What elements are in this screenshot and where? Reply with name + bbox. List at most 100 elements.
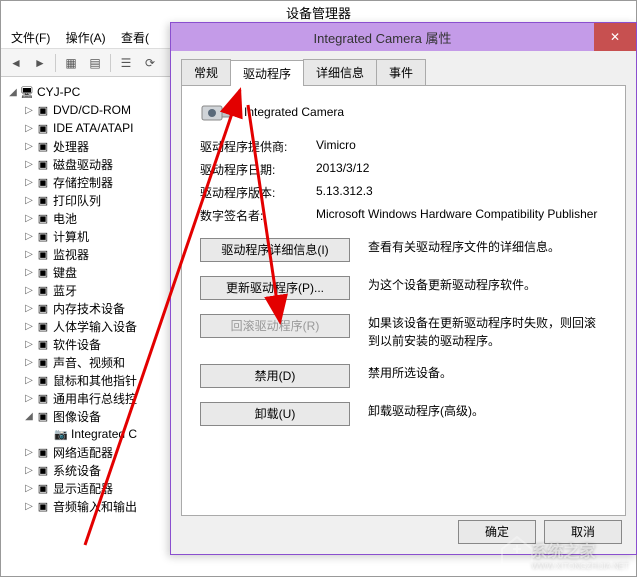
action-row-uninstall: 卸载(U) 卸载驱动程序(高级)。 xyxy=(200,402,607,426)
tree-item-label: Integrated C xyxy=(71,427,137,441)
properties-dialog: Integrated Camera 属性 ✕ 常规 驱动程序 详细信息 事件 I… xyxy=(170,22,637,555)
tree-item-label: IDE ATA/ATAPI xyxy=(53,121,133,135)
tree-item-label: 存储控制器 xyxy=(53,174,113,191)
device-icon: ▣ xyxy=(35,157,51,171)
action-row-update: 更新驱动程序(P)... 为这个设备更新驱动程序软件。 xyxy=(200,276,607,300)
device-icon: ▣ xyxy=(35,481,51,495)
update-driver-desc: 为这个设备更新驱动程序软件。 xyxy=(368,276,607,294)
expand-icon: ▷ xyxy=(23,213,35,224)
tree-item-label: 系统设备 xyxy=(53,462,101,479)
action-row-disable: 禁用(D) 禁用所选设备。 xyxy=(200,364,607,388)
expand-icon: ▷ xyxy=(23,231,35,242)
version-label: 驱动程序版本: xyxy=(200,184,316,201)
uninstall-button[interactable]: 卸载(U) xyxy=(200,402,350,426)
info-row-signer: 数字签名者: Microsoft Windows Hardware Compat… xyxy=(200,207,607,224)
tab-general[interactable]: 常规 xyxy=(181,59,231,85)
rollback-driver-button[interactable]: 回滚驱动程序(R) xyxy=(200,314,350,338)
device-icon: ▣ xyxy=(35,499,51,513)
device-icon: ▣ xyxy=(35,247,51,261)
tab-events[interactable]: 事件 xyxy=(376,59,426,85)
device-header: Integrated Camera xyxy=(200,100,607,124)
props-titlebar: Integrated Camera 属性 ✕ xyxy=(171,23,636,51)
expand-icon: ▷ xyxy=(23,249,35,260)
device-icon: ▣ xyxy=(35,103,51,117)
tree-item-label: 磁盘驱动器 xyxy=(53,156,113,173)
expand-icon: ▷ xyxy=(23,465,35,476)
camera-icon: 📷 xyxy=(53,427,69,441)
menu-file[interactable]: 文件(F) xyxy=(5,27,56,48)
toolbar-separator xyxy=(110,54,111,72)
device-icon: ▣ xyxy=(35,283,51,297)
expand-icon: ▷ xyxy=(23,285,35,296)
tree-item-label: 内存技术设备 xyxy=(53,300,125,317)
tree-item-label: 图像设备 xyxy=(53,408,101,425)
device-icon: ▣ xyxy=(35,445,51,459)
device-icon: ▣ xyxy=(35,463,51,477)
device-icon: ▣ xyxy=(35,373,51,387)
close-button[interactable]: ✕ xyxy=(594,23,636,51)
driver-details-button[interactable]: 驱动程序详细信息(I) xyxy=(200,238,350,262)
back-button[interactable]: ◄ xyxy=(5,52,27,74)
disable-button[interactable]: 禁用(D) xyxy=(200,364,350,388)
tb-icon[interactable]: ▤ xyxy=(84,52,106,74)
menu-view[interactable]: 查看( xyxy=(115,27,155,48)
tree-item-label: 电池 xyxy=(53,210,77,227)
update-driver-button[interactable]: 更新驱动程序(P)... xyxy=(200,276,350,300)
device-icon: ▣ xyxy=(35,175,51,189)
version-value: 5.13.312.3 xyxy=(316,184,607,201)
tab-strip: 常规 驱动程序 详细信息 事件 xyxy=(181,59,626,86)
device-icon: ▣ xyxy=(35,139,51,153)
rollback-driver-desc: 如果该设备在更新驱动程序时失败，则回滚到以前安装的驱动程序。 xyxy=(368,314,607,350)
device-icon: ▣ xyxy=(35,211,51,225)
expand-icon: ◢ xyxy=(23,411,35,422)
tree-item-label: 网络适配器 xyxy=(53,444,113,461)
forward-button[interactable]: ► xyxy=(29,52,51,74)
tree-item-label: 蓝牙 xyxy=(53,282,77,299)
info-row-date: 驱动程序日期: 2013/3/12 xyxy=(200,161,607,178)
tree-item-label: 计算机 xyxy=(53,228,89,245)
device-icon: ▣ xyxy=(35,193,51,207)
device-icon: ▣ xyxy=(35,301,51,315)
disable-desc: 禁用所选设备。 xyxy=(368,364,607,382)
expand-icon: ▷ xyxy=(23,375,35,386)
date-value: 2013/3/12 xyxy=(316,161,607,178)
menu-action[interactable]: 操作(A) xyxy=(60,27,112,48)
tab-driver[interactable]: 驱动程序 xyxy=(230,60,304,86)
tree-item-label: 音频输入和输出 xyxy=(53,498,137,515)
tree-item-label: 鼠标和其他指针 xyxy=(53,372,137,389)
expand-icon: ▷ xyxy=(23,105,35,116)
tb-icon[interactable]: ☰ xyxy=(115,52,137,74)
tb-icon[interactable]: ⟳ xyxy=(139,52,161,74)
info-row-provider: 驱动程序提供商: Vimicro xyxy=(200,138,607,155)
expand-icon: ▷ xyxy=(23,159,35,170)
computer-icon: 🖥 xyxy=(19,85,35,99)
uninstall-desc: 卸载驱动程序(高级)。 xyxy=(368,402,607,420)
watermark-url: WWW.XITONGZHIJIA.NET xyxy=(531,562,629,571)
expand-icon: ▷ xyxy=(23,267,35,278)
device-icon: ▣ xyxy=(35,409,51,423)
expand-icon: ▷ xyxy=(23,123,35,134)
device-icon: ▣ xyxy=(35,355,51,369)
tree-item-label: 处理器 xyxy=(53,138,89,155)
device-icon: ▣ xyxy=(35,337,51,351)
tree-root-label: CYJ-PC xyxy=(37,85,80,99)
device-icon: ▣ xyxy=(35,265,51,279)
tb-icon[interactable]: ▦ xyxy=(60,52,82,74)
props-title: Integrated Camera 属性 xyxy=(171,28,594,47)
tab-details[interactable]: 详细信息 xyxy=(303,59,377,85)
provider-label: 驱动程序提供商: xyxy=(200,138,316,155)
tree-item-label: 显示适配器 xyxy=(53,480,113,497)
watermark-name: 系统之家 xyxy=(531,538,629,562)
expand-icon: ▷ xyxy=(23,321,35,332)
action-row-details: 驱动程序详细信息(I) 查看有关驱动程序文件的详细信息。 xyxy=(200,238,607,262)
provider-value: Vimicro xyxy=(316,138,607,155)
device-icon: ▣ xyxy=(35,121,51,135)
expand-icon: ▷ xyxy=(23,393,35,404)
device-icon: ▣ xyxy=(35,229,51,243)
signer-value: Microsoft Windows Hardware Compatibility… xyxy=(316,207,607,224)
close-icon: ✕ xyxy=(610,30,620,44)
expand-icon: ▷ xyxy=(23,447,35,458)
date-label: 驱动程序日期: xyxy=(200,161,316,178)
action-row-rollback: 回滚驱动程序(R) 如果该设备在更新驱动程序时失败，则回滚到以前安装的驱动程序。 xyxy=(200,314,607,350)
device-icon: ▣ xyxy=(35,319,51,333)
